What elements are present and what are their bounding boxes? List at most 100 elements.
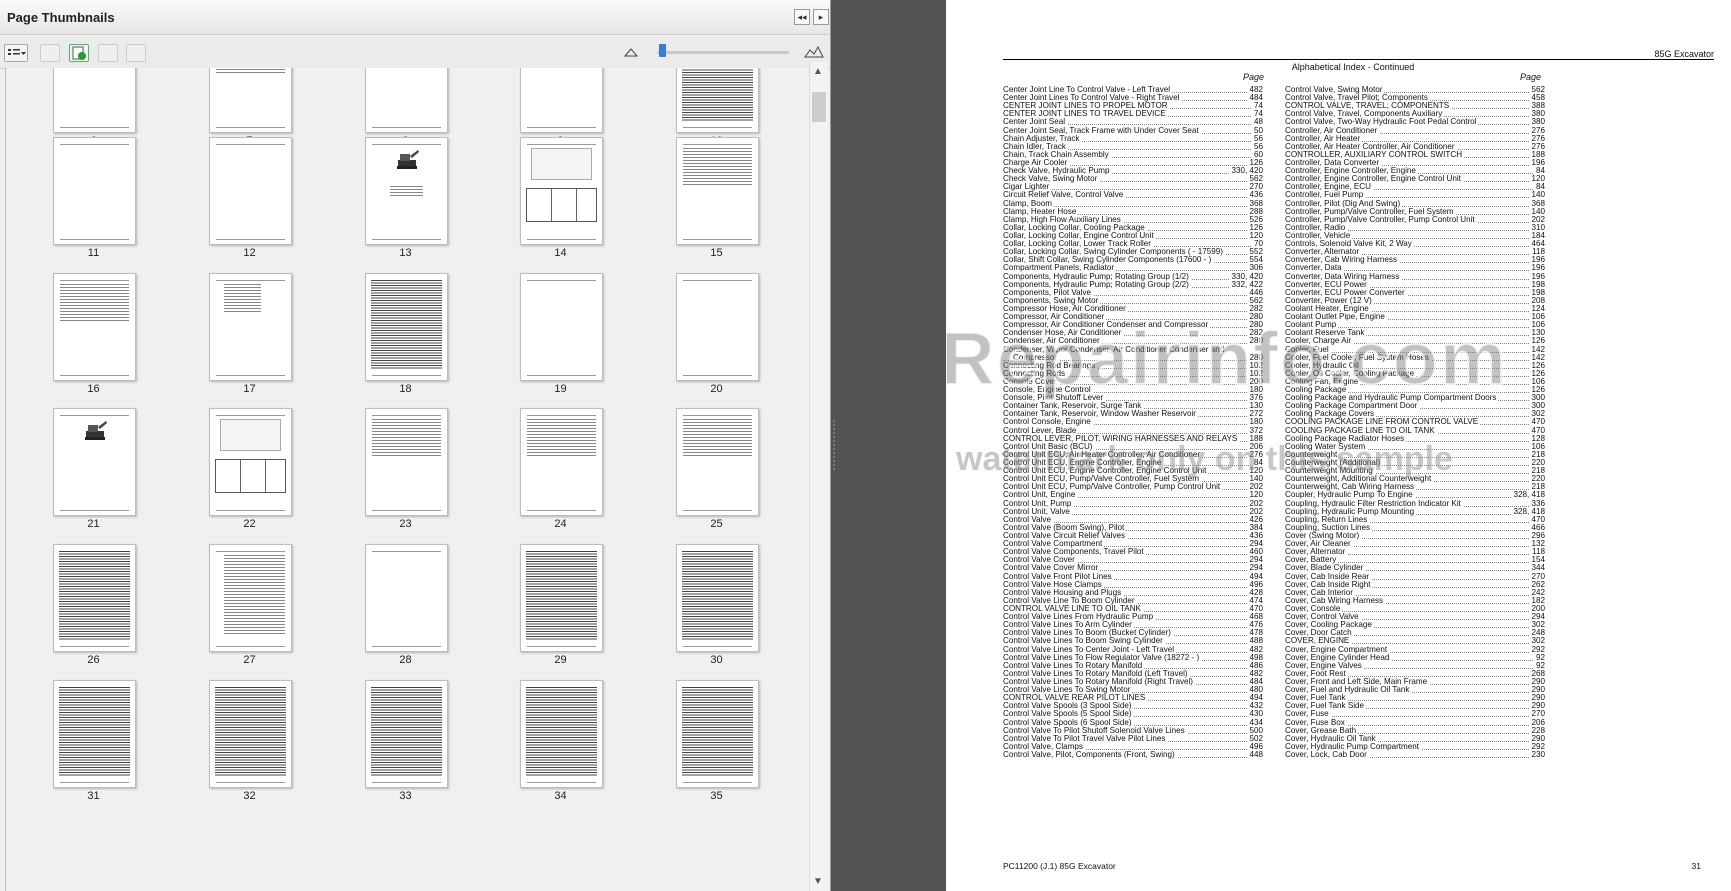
- index-entry-page: 92: [1533, 653, 1545, 662]
- index-entry-title: Controller, Fuel Pump: [1285, 191, 1366, 200]
- index-entry-page: 554: [1247, 256, 1263, 265]
- index-entry-page: 294: [1529, 613, 1545, 622]
- page-thumbnail[interactable]: [365, 544, 448, 652]
- index-entry: Chain, Track Chain Assembly 60: [1003, 150, 1263, 159]
- vertical-scrollbar[interactable]: ▲ ▼: [809, 62, 828, 891]
- index-entry: Control Valve Housing and Plugs 428: [1003, 588, 1263, 597]
- page-thumbnail[interactable]: [520, 137, 603, 245]
- page-thumbnail[interactable]: [53, 408, 136, 516]
- index-entry: Control Valve Components, Travel Pilot 46…: [1003, 548, 1263, 557]
- page-thumbnail[interactable]: [676, 408, 759, 516]
- collapse-panel-button[interactable]: ◂◂: [794, 9, 810, 25]
- splitter-grip[interactable]: [833, 420, 835, 470]
- index-entry-page: 268: [1529, 669, 1545, 678]
- page-thumbnail[interactable]: [209, 544, 292, 652]
- index-entry: Cover, Console 200: [1285, 605, 1545, 614]
- index-entry-page: 290: [1529, 677, 1545, 687]
- index-entry: Cover, Fuel and Hydraulic Oil Tank 290: [1285, 686, 1545, 695]
- page-thumbnail[interactable]: [365, 68, 448, 133]
- page-thumbnail[interactable]: [520, 544, 603, 652]
- panel-splitter[interactable]: [831, 0, 946, 891]
- index-entry: Cover, Cab Inside Right 262: [1285, 580, 1545, 589]
- index-entry-page: 302: [1529, 637, 1545, 646]
- index-entry: Control Valve Lines To Center Joint - Le…: [1003, 645, 1263, 654]
- page-thumbnail[interactable]: [676, 544, 759, 652]
- index-entry-title: Controller, Data Converter: [1285, 158, 1382, 168]
- extract-pages-icon[interactable]: [69, 44, 89, 62]
- scroll-down-icon[interactable]: ▼: [813, 876, 823, 887]
- index-entry-page: 500: [1247, 726, 1263, 735]
- page-thumbnail[interactable]: [365, 137, 448, 245]
- thumbnail-size-slider[interactable]: [657, 51, 789, 54]
- index-entry: Cover, Foot Rest 268: [1285, 669, 1545, 678]
- index-entry-page: 292: [1529, 645, 1545, 654]
- page-thumbnail[interactable]: [53, 544, 136, 652]
- index-entry-page: 50: [1251, 126, 1263, 135]
- index-entry: Cover, Cab Wiring Harness 182: [1285, 596, 1545, 605]
- index-entry: Cooling Package Compartment Door 300: [1285, 402, 1545, 411]
- copy-pages-icon[interactable]: [126, 44, 146, 62]
- index-entry-page: 56: [1251, 142, 1263, 151]
- index-entry: Cover, Engine Valves 92: [1285, 661, 1545, 670]
- slider-handle[interactable]: [659, 44, 666, 57]
- index-entry-page: 106: [1529, 442, 1545, 451]
- index-entry-page: 242: [1529, 588, 1545, 597]
- page-thumbnail[interactable]: [520, 273, 603, 381]
- page-thumbnail[interactable]: [520, 68, 603, 133]
- index-entry-page: 330, 420: [1229, 272, 1263, 281]
- page-thumbnail[interactable]: [53, 680, 136, 788]
- index-entry: Cover, Fuel Tank Side 290: [1285, 702, 1545, 711]
- index-entry-page: 132: [1529, 540, 1545, 549]
- index-entry: Control Lever, Blade 372: [1003, 426, 1263, 435]
- index-entry: Cover, Battery 154: [1285, 556, 1545, 565]
- scrollbar-thumb[interactable]: [812, 92, 826, 122]
- page-thumbnail[interactable]: [53, 137, 136, 245]
- doc-footer-left: PC11200 (J.1) 85G Excavator: [1003, 861, 1116, 871]
- index-entry-page: 294: [1247, 556, 1263, 565]
- page-thumbnail[interactable]: [520, 408, 603, 516]
- index-entry-title: Cover, Control Valve: [1285, 613, 1361, 622]
- index-entry: Converter, Data Wiring Harness 196: [1285, 272, 1545, 281]
- page-thumbnail[interactable]: [209, 408, 292, 516]
- index-entry-page: 218: [1529, 467, 1545, 476]
- thumbnail-page-number: 30: [710, 654, 723, 666]
- zoom-in-icon[interactable]: [804, 44, 824, 58]
- page-thumbnail[interactable]: [676, 273, 759, 381]
- index-entry-title: Control Valve Lines To Arm Cylinder: [1003, 621, 1134, 630]
- page-thumbnail[interactable]: [209, 680, 292, 788]
- page-thumbnail[interactable]: [676, 68, 759, 133]
- index-entry-title: Controls, Solenoid Valve Kit, 2 Way: [1285, 240, 1414, 249]
- page-thumbnail[interactable]: [365, 680, 448, 788]
- index-entry: Control Valve Line To Boom Cylinder 474: [1003, 596, 1263, 605]
- index-entry-title: Cover, Cab Inside Right: [1285, 580, 1373, 589]
- page-thumbnail[interactable]: [365, 273, 448, 381]
- scroll-up-icon[interactable]: ▲: [813, 66, 823, 77]
- index-entry-page: 330, 420: [1229, 167, 1263, 176]
- index-entry-page: 484: [1247, 677, 1263, 687]
- panel-title: Page Thumbnails: [7, 10, 115, 25]
- index-entry-title: Converter, Data Wiring Harness: [1285, 272, 1402, 281]
- delete-page-icon[interactable]: [40, 44, 60, 62]
- index-entry-page: 106: [1529, 313, 1545, 322]
- page-thumbnail[interactable]: [676, 680, 759, 788]
- index-entry-page: 296: [1529, 532, 1545, 541]
- index-entry-page: 470: [1529, 418, 1545, 427]
- index-entry-title: Cooling Package Covers: [1285, 410, 1377, 419]
- index-entry-title: Cover, Hydraulic Oil Tank: [1285, 734, 1378, 743]
- page-thumbnail[interactable]: [520, 680, 603, 788]
- page-thumbnail[interactable]: [365, 408, 448, 516]
- page-thumbnail[interactable]: [209, 137, 292, 245]
- page-thumbnail[interactable]: [676, 137, 759, 245]
- options-menu-icon[interactable]: [4, 44, 28, 62]
- page-thumbnail[interactable]: [53, 273, 136, 381]
- page-thumbnail[interactable]: [53, 68, 136, 133]
- page-thumbnail[interactable]: [209, 68, 292, 133]
- print-pages-icon[interactable]: [98, 44, 118, 62]
- expand-panel-button[interactable]: ▸: [813, 9, 829, 25]
- page-thumbnail[interactable]: [209, 273, 292, 381]
- zoom-out-icon[interactable]: [623, 44, 642, 58]
- index-entry-title: Collar, Locking Collar, Swing Cylinder C…: [1003, 248, 1225, 257]
- index-entry-title: Coupling, Suction Lines: [1285, 523, 1373, 533]
- index-entry-title: Controller, Air Conditioner: [1285, 126, 1380, 135]
- index-entry-page: 290: [1529, 686, 1545, 695]
